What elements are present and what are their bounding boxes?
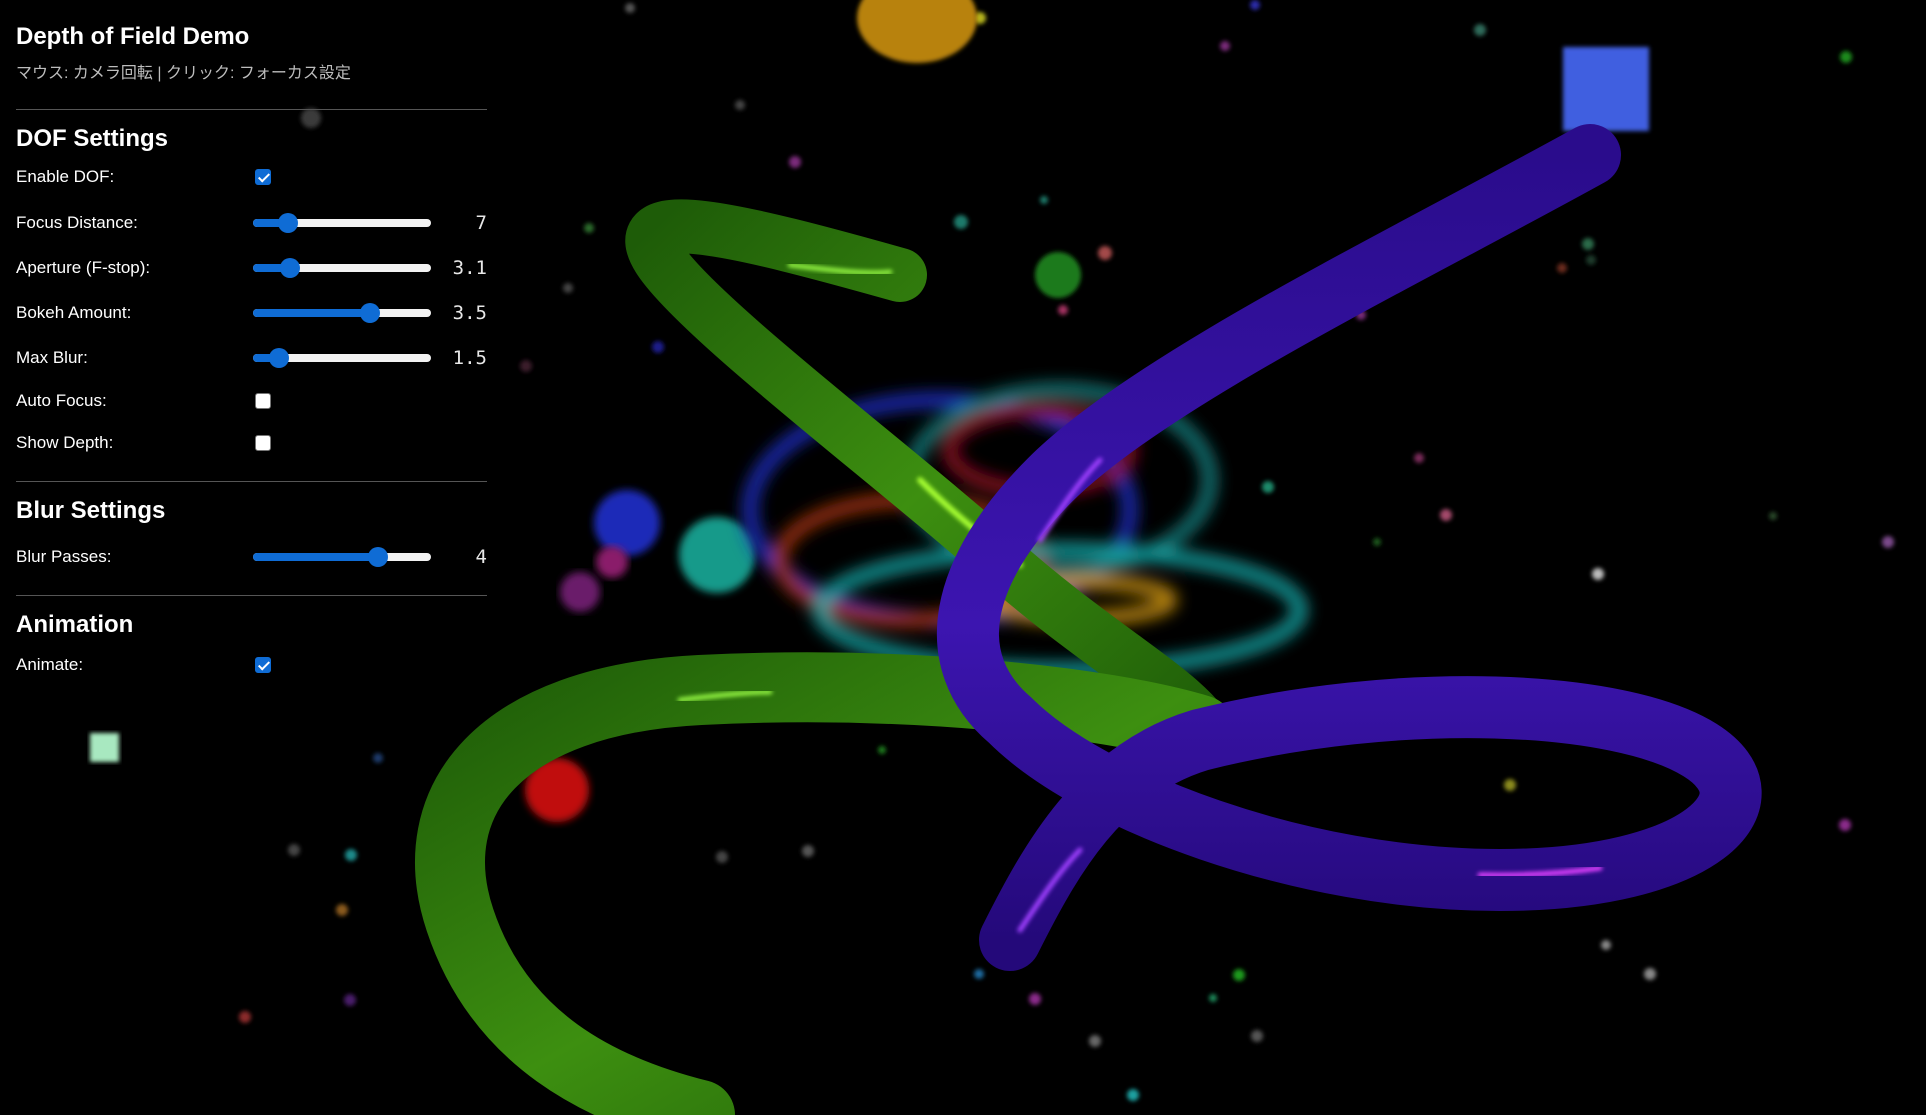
section-title-dof: DOF Settings bbox=[16, 125, 169, 152]
aperture-value: 3.1 bbox=[452, 256, 487, 279]
animate-checkbox[interactable] bbox=[237, 656, 271, 673]
row-auto-focus: Auto Focus: bbox=[16, 380, 487, 421]
purple-sphere bbox=[560, 572, 600, 612]
section-title-blur: Blur Settings bbox=[16, 497, 166, 524]
enable-dof-checkbox[interactable] bbox=[237, 169, 271, 185]
bokeh-amount-label: Bokeh Amount: bbox=[16, 302, 132, 322]
show-depth-checkbox[interactable] bbox=[237, 434, 271, 451]
blue-cube bbox=[1563, 47, 1649, 131]
aperture-label: Aperture (F-stop): bbox=[16, 257, 151, 277]
green-sphere bbox=[1035, 252, 1081, 298]
blur-passes-value: 4 bbox=[475, 545, 487, 568]
row-max-blur: Max Blur: 1.5 bbox=[16, 335, 487, 380]
instructions-text: マウス: カメラ回転 | クリック: フォーカス設定 bbox=[16, 65, 351, 82]
enable-dof-label: Enable DOF: bbox=[16, 167, 115, 186]
row-blur-passes: Blur Passes: 4 bbox=[16, 534, 487, 579]
green-helix bbox=[415, 199, 1237, 1115]
max-blur-slider[interactable] bbox=[237, 347, 431, 368]
max-blur-label: Max Blur: bbox=[16, 347, 88, 367]
divider bbox=[16, 481, 487, 482]
mint-cube bbox=[90, 733, 119, 762]
blue-sphere bbox=[594, 490, 660, 556]
orange-sphere bbox=[857, 0, 977, 63]
auto-focus-checkbox[interactable] bbox=[237, 392, 271, 409]
magenta-sphere bbox=[596, 546, 628, 578]
bokeh-amount-value: 3.5 bbox=[452, 301, 487, 324]
row-aperture: Aperture (F-stop): 3.1 bbox=[16, 245, 487, 290]
show-depth-label: Show Depth: bbox=[16, 432, 114, 452]
row-show-depth: Show Depth: bbox=[16, 421, 487, 464]
max-blur-value: 1.5 bbox=[452, 346, 487, 369]
focus-distance-label: Focus Distance: bbox=[16, 212, 138, 232]
blur-passes-slider[interactable] bbox=[237, 546, 431, 567]
blur-passes-label: Blur Passes: bbox=[16, 546, 112, 566]
auto-focus-label: Auto Focus: bbox=[16, 390, 107, 410]
control-panel: Depth of Field Demo マウス: カメラ回転 | クリック: フ… bbox=[0, 0, 503, 700]
focus-distance-value: 7 bbox=[475, 211, 487, 234]
teal-sphere bbox=[679, 517, 755, 593]
row-bokeh-amount: Bokeh Amount: 3.5 bbox=[16, 290, 487, 335]
divider bbox=[16, 109, 487, 110]
section-title-animation: Animation bbox=[16, 611, 134, 638]
app-title: Depth of Field Demo bbox=[16, 23, 250, 50]
bokeh-amount-slider[interactable] bbox=[237, 302, 431, 323]
animate-label: Animate: bbox=[16, 654, 84, 674]
divider bbox=[16, 595, 487, 596]
row-focus-distance: Focus Distance: 7 bbox=[16, 200, 487, 245]
focus-distance-slider[interactable] bbox=[237, 212, 431, 233]
row-animate: Animate: bbox=[16, 642, 487, 687]
row-enable-dof: Enable DOF: bbox=[16, 154, 487, 200]
aperture-slider[interactable] bbox=[237, 257, 431, 278]
